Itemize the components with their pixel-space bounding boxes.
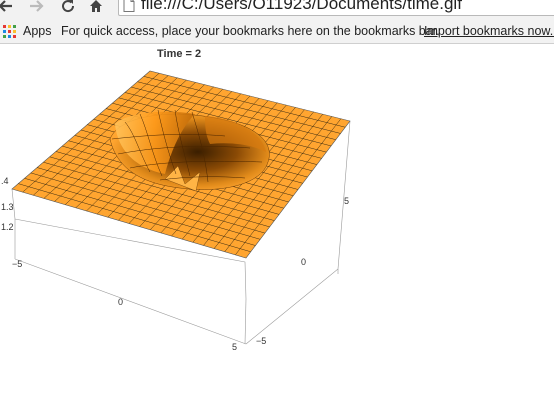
reload-button[interactable]: [58, 0, 78, 16]
address-bar[interactable]: file:///C:/Users/O11923/Documents/time.g…: [118, 0, 554, 16]
url-text: file:///C:/Users/O11923/Documents/time.g…: [141, 0, 462, 13]
back-button[interactable]: [0, 0, 16, 16]
bookmarks-message: For quick access, place your bookmarks h…: [61, 24, 440, 38]
bookmarks-bar: Apps For quick access, place your bookma…: [0, 18, 554, 44]
browser-toolbar: file:///C:/Users/O11923/Documents/time.g…: [0, 0, 554, 18]
forward-button[interactable]: [26, 0, 46, 16]
y-tick: 5: [344, 196, 349, 206]
home-icon: [90, 0, 102, 12]
x-tick: 0: [118, 297, 123, 307]
reload-icon: [62, 0, 75, 13]
forward-arrow-icon: [30, 0, 44, 12]
x-tick: 5: [232, 342, 237, 352]
y-tick: −5: [256, 336, 266, 346]
y-tick: 0: [301, 257, 306, 267]
plot-title: Time = 2: [157, 48, 201, 60]
back-arrow-icon: [0, 0, 12, 12]
z-tick: 1.3: [1, 202, 14, 212]
page-content: Time = 2 .4 1.3 1.2 −5 0 5 5 0 −5: [0, 44, 554, 411]
z-tick: .4: [1, 176, 9, 186]
x-tick: −5: [12, 259, 22, 269]
surface-plot: Time = 2 .4 1.3 1.2 −5 0 5 5 0 −5: [1, 48, 351, 352]
apps-button[interactable]: Apps: [23, 24, 52, 38]
import-bookmarks-link[interactable]: Import bookmarks now...: [424, 24, 554, 38]
page-icon: [123, 0, 135, 12]
home-button[interactable]: [86, 0, 106, 16]
apps-grid-icon[interactable]: [3, 25, 17, 39]
z-tick: 1.2: [1, 222, 14, 232]
